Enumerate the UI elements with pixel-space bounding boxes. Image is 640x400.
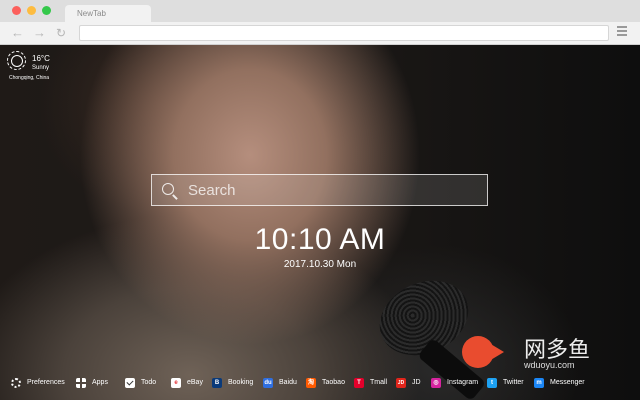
tmall-label: Tmall	[370, 379, 388, 386]
twitter-label: Twitter	[503, 379, 524, 386]
baidu-label: Baidu	[279, 379, 297, 386]
weather-temperature: 16°C	[32, 54, 50, 63]
instagram-icon: ◎	[431, 378, 441, 388]
booking-label: Booking	[228, 379, 254, 386]
taobao-icon: 淘	[306, 378, 316, 388]
browser-menu-icon[interactable]	[617, 26, 627, 38]
minimize-window-button[interactable]	[27, 6, 36, 15]
browser-tab[interactable]: NewTab	[65, 5, 151, 22]
weather-condition: Sunny	[32, 65, 50, 71]
bottom-shortcut-bar: Preferences Apps Todo e eBay B Booking d…	[0, 372, 640, 394]
ebay-label: eBay	[187, 379, 203, 386]
window-titlebar: NewTab	[0, 0, 640, 22]
new-tab-page: 16°C Sunny Chongqing, China 10:10 AM 201…	[0, 45, 640, 400]
jd-icon: JD	[396, 378, 406, 388]
clock-time: 10:10 AM	[254, 223, 386, 256]
forward-button[interactable]: →	[33, 25, 46, 41]
instagram-label: Instagram	[447, 379, 479, 386]
browser-toolbar: ← → ↻	[0, 22, 640, 45]
ebay-icon: e	[171, 378, 181, 388]
taobao-label: Taobao	[322, 379, 345, 386]
messenger-label: Messenger	[550, 379, 585, 386]
apps-label: Apps	[92, 379, 108, 386]
search-box[interactable]	[151, 174, 488, 206]
reload-button[interactable]: ↻	[56, 25, 66, 41]
search-input[interactable]	[188, 175, 478, 205]
address-bar[interactable]	[79, 25, 609, 41]
close-window-button[interactable]	[12, 6, 21, 15]
grid-icon	[76, 378, 86, 388]
weather-location: Chongqing, China	[9, 75, 50, 81]
back-button[interactable]: ←	[11, 25, 24, 41]
watermark-url: wduoyu.com	[524, 360, 575, 370]
gear-icon	[11, 378, 21, 388]
todo-label: Todo	[141, 379, 157, 386]
messenger-icon: m	[534, 378, 544, 388]
check-icon	[125, 378, 135, 388]
clock-date: 2017.10.30 Mon	[283, 259, 357, 270]
twitter-icon: t	[487, 378, 497, 388]
preferences-label: Preferences	[27, 379, 65, 386]
baidu-icon: du	[263, 378, 273, 388]
sun-icon	[7, 51, 26, 70]
search-icon	[162, 183, 174, 195]
jd-label: JD	[412, 379, 421, 386]
tmall-icon: T	[354, 378, 364, 388]
tab-title: NewTab	[77, 9, 106, 18]
maximize-window-button[interactable]	[42, 6, 51, 15]
fish-logo-icon	[462, 336, 504, 368]
booking-icon: B	[212, 378, 222, 388]
